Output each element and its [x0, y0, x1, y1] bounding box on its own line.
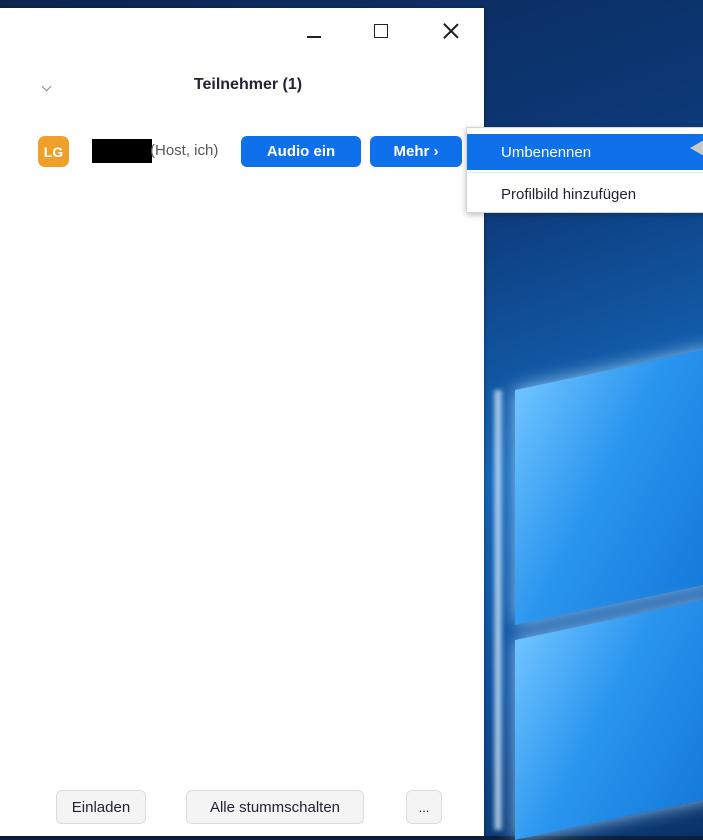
maximize-button[interactable] — [365, 18, 397, 44]
mouse-pointer-icon — [690, 140, 703, 156]
menu-divider — [467, 172, 703, 173]
light-beam — [493, 390, 503, 830]
logo-pane-bottom — [515, 597, 703, 840]
participant-row[interactable]: LG (Host, ich) Audio ein Mehr › — [0, 136, 484, 178]
audio-on-button[interactable]: Audio ein — [241, 136, 361, 167]
participant-role-label: (Host, ich) — [150, 142, 219, 159]
windows-logo — [485, 347, 703, 840]
mute-all-button[interactable]: Alle stummschalten — [186, 790, 364, 824]
invite-button[interactable]: Einladen — [56, 790, 146, 824]
participants-window: Teilnehmer (1) LG (Host, ich) Audio ein … — [0, 8, 484, 836]
minimize-icon — [307, 36, 321, 38]
maximize-icon — [374, 24, 388, 38]
close-icon — [443, 23, 459, 39]
menu-item-rename[interactable]: Umbenennen — [467, 134, 703, 170]
more-button[interactable]: Mehr › — [370, 136, 462, 167]
panel-title: Teilnehmer (1) — [193, 76, 303, 93]
menu-item-add-profile-picture[interactable]: Profilbild hinzufügen — [467, 176, 703, 212]
redacted-name — [92, 139, 152, 163]
minimize-button[interactable] — [298, 18, 330, 44]
logo-pane-top — [515, 347, 703, 625]
title-bar — [0, 8, 484, 54]
close-button[interactable] — [435, 18, 467, 44]
avatar: LG — [38, 136, 69, 167]
context-menu: Umbenennen Profilbild hinzufügen — [466, 127, 703, 213]
footer-more-button[interactable]: ... — [406, 790, 442, 824]
